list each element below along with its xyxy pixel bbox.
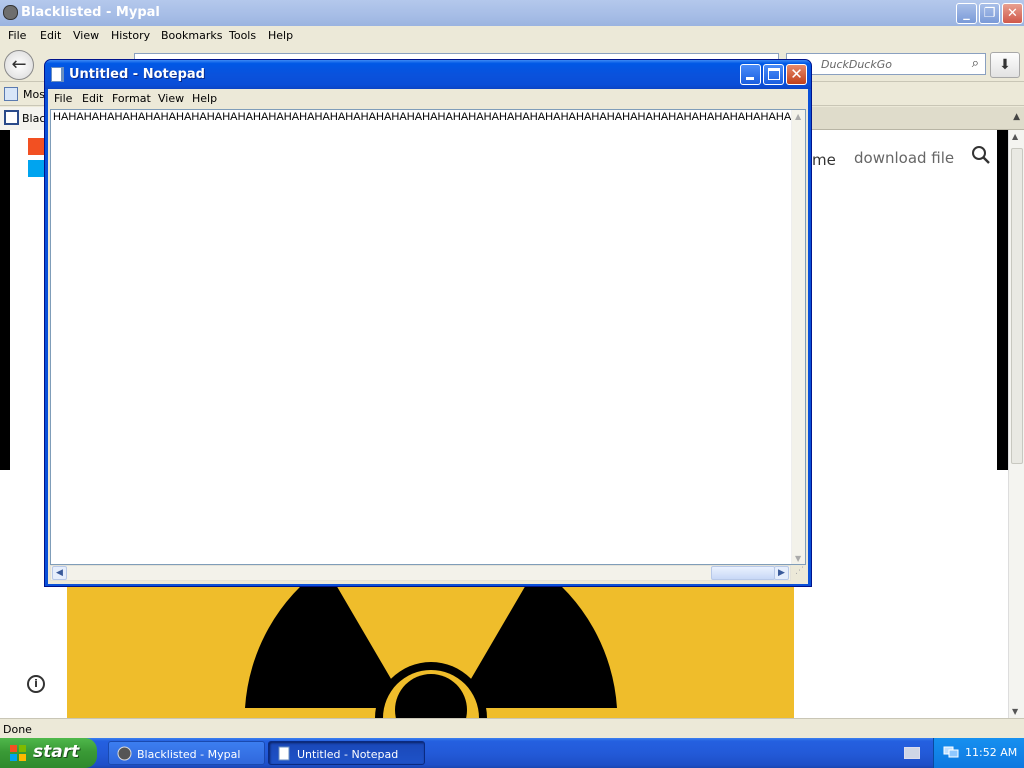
taskbar-notepad-label: Untitled - Notepad	[297, 748, 399, 761]
maximize-icon	[768, 68, 780, 80]
scroll-thumb[interactable]	[1011, 148, 1023, 464]
back-arrow-icon[interactable]: ←	[4, 50, 34, 80]
browser-restore-button[interactable]: ❐	[979, 3, 1000, 24]
menu-file[interactable]: File	[8, 29, 26, 42]
scroll-down-arrow-icon[interactable]: ▼	[1012, 707, 1018, 716]
site-search-icon[interactable]	[970, 144, 992, 166]
radiation-hazard-image	[67, 580, 794, 718]
notepad-taskbar-icon	[277, 746, 292, 761]
notepad-title: Untitled - Notepad	[69, 67, 205, 82]
info-icon[interactable]: i	[27, 675, 45, 693]
notepad-close-button[interactable]: ✕	[786, 64, 807, 85]
notepad-minimize-button[interactable]	[740, 64, 761, 85]
left-black-bar	[0, 130, 10, 470]
search-placeholder: DuckDuckGo	[821, 58, 892, 71]
notepad-horizontal-scrollbar[interactable]: ◀ ▶	[50, 565, 791, 581]
browser-title: Blacklisted - Mypal	[21, 5, 160, 20]
np-menu-file[interactable]: File	[54, 92, 72, 105]
menu-bookmarks[interactable]: Bookmarks	[161, 29, 222, 42]
np-scroll-left-icon[interactable]: ◀	[52, 566, 67, 580]
nav-link-home[interactable]: me	[812, 151, 836, 169]
radiation-symbol-icon	[245, 580, 617, 718]
mypal-app-icon	[3, 5, 18, 20]
np-menu-help[interactable]: Help	[192, 92, 217, 105]
notepad-maximize-button[interactable]	[763, 64, 784, 85]
browser-title-bar[interactable]: Blacklisted - Mypal _ ❐ ✕	[0, 0, 1024, 26]
right-black-bar	[997, 130, 1008, 470]
page-vertical-scrollbar[interactable]: ▲ ▼	[1008, 130, 1024, 718]
menu-edit[interactable]: Edit	[40, 29, 61, 42]
notepad-menubar: File Edit Format View Help	[48, 89, 808, 108]
taskbar-button-browser[interactable]: Blacklisted - Mypal	[108, 741, 265, 765]
np-scroll-up-icon[interactable]: ▲	[795, 112, 801, 121]
menu-view[interactable]: View	[73, 29, 99, 42]
start-label: start	[33, 742, 80, 762]
menu-history[interactable]: History	[111, 29, 150, 42]
resize-grip-icon[interactable]: ⋰	[792, 566, 807, 581]
bookmark-folder-icon	[4, 87, 18, 101]
notepad-window: Untitled - Notepad ✕ File Edit Format Vi…	[44, 59, 812, 587]
np-menu-edit[interactable]: Edit	[82, 92, 103, 105]
np-menu-view[interactable]: View	[158, 92, 184, 105]
minimize-icon	[746, 77, 754, 80]
search-box[interactable]: DuckDuckGo ⌕	[786, 53, 986, 75]
nav-link-download-file[interactable]: download file	[854, 149, 954, 167]
start-button[interactable]: start	[0, 738, 97, 768]
menu-help[interactable]: Help	[268, 29, 293, 42]
browser-minimize-button[interactable]: _	[956, 3, 977, 24]
keyboard-icon[interactable]	[904, 747, 920, 759]
np-menu-format[interactable]: Format	[112, 92, 151, 105]
taskbar: start Blacklisted - Mypal Untitled - Not…	[0, 738, 1024, 768]
logo-red-square	[28, 138, 45, 155]
taskbar-browser-label: Blacklisted - Mypal	[137, 748, 241, 761]
scroll-up-arrow-icon[interactable]: ▲	[1012, 132, 1018, 141]
notepad-text-content: HAHAHAHAHAHAHAHAHAHAHAHAHAHAHAHAHAHAHAHA…	[53, 111, 806, 123]
notepad-body: File Edit Format View Help HAHAHAHAHAHAH…	[48, 89, 808, 584]
np-scroll-down-icon[interactable]: ▼	[795, 554, 801, 563]
notepad-text-area[interactable]: HAHAHAHAHAHAHAHAHAHAHAHAHAHAHAHAHAHAHAHA…	[50, 109, 806, 565]
browser-close-button[interactable]: ✕	[1002, 3, 1023, 24]
browser-menubar: File Edit View History Bookmarks Tools H…	[0, 26, 1024, 46]
notepad-app-icon	[51, 67, 64, 82]
notepad-vertical-scrollbar[interactable]: ▲ ▼	[791, 110, 805, 564]
notepad-title-bar[interactable]: Untitled - Notepad ✕	[45, 60, 811, 89]
menu-tools[interactable]: Tools	[229, 29, 256, 42]
np-scroll-right-icon[interactable]: ▶	[774, 566, 789, 580]
logo-blue-square	[28, 160, 45, 177]
tab-favicon-icon	[4, 110, 19, 125]
windows-flag-icon	[10, 745, 26, 761]
search-icon[interactable]: ⌕	[972, 56, 979, 71]
status-text: Done	[3, 723, 32, 736]
network-icon[interactable]	[943, 745, 959, 759]
status-bar: Done	[0, 718, 1024, 738]
download-arrow-icon[interactable]: ⬇	[990, 52, 1020, 78]
tab-scroll-icon[interactable]: ▲	[1013, 112, 1020, 122]
system-tray: 11:52 AM	[933, 738, 1024, 768]
taskbar-button-notepad[interactable]: Untitled - Notepad	[268, 741, 425, 765]
mypal-taskbar-icon	[117, 746, 132, 761]
clock[interactable]: 11:52 AM	[965, 746, 1017, 759]
np-hscroll-thumb[interactable]	[711, 566, 775, 580]
